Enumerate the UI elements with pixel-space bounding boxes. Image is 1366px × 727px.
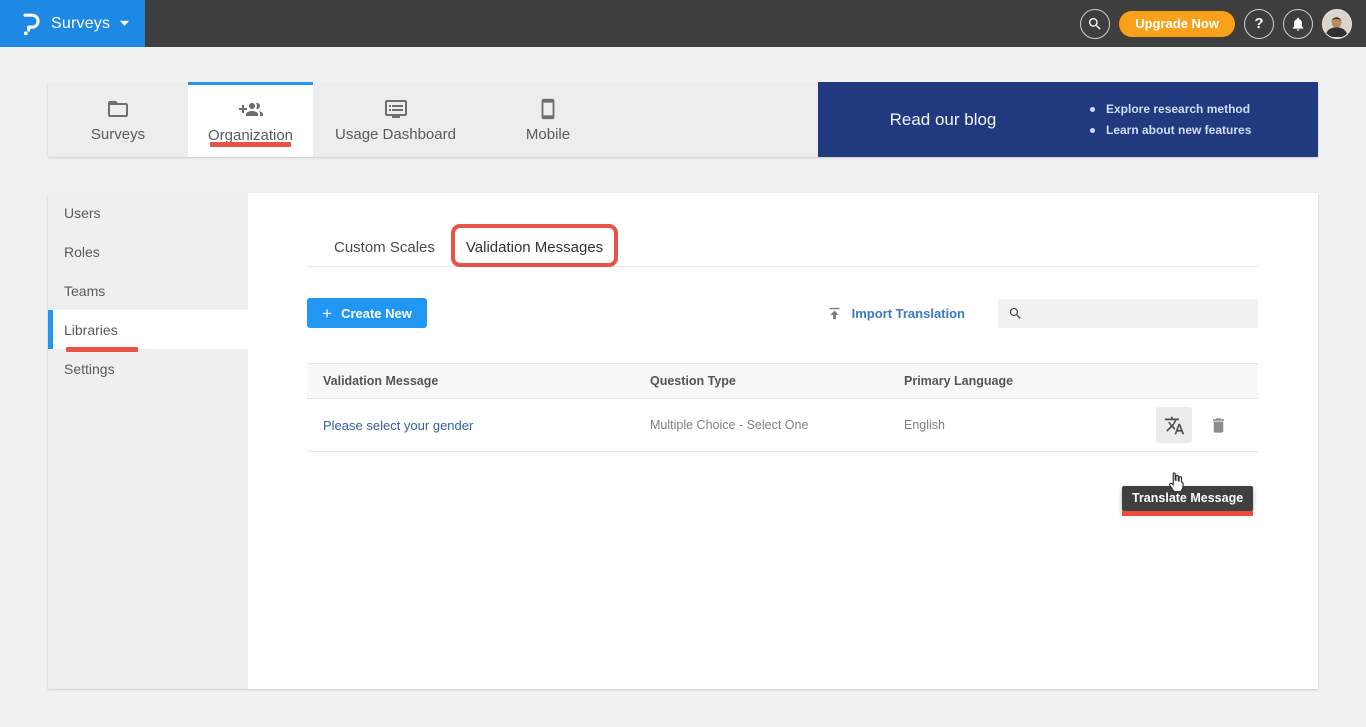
table-header-row: Validation Message Question Type Primary…: [307, 363, 1258, 399]
tab-custom-scales[interactable]: Custom Scales: [332, 231, 437, 266]
toolbar: + Create New Import Translation: [307, 298, 1258, 328]
table-row: Please select your gender Multiple Choic…: [307, 399, 1258, 452]
import-translation-link[interactable]: Import Translation: [826, 305, 965, 322]
avatar[interactable]: [1322, 9, 1352, 39]
translate-message-button[interactable]: [1156, 407, 1192, 443]
tab-mobile[interactable]: Mobile: [478, 82, 618, 157]
tooltip-translate-message: Translate Message: [1122, 486, 1253, 511]
tab-label: Surveys: [91, 126, 145, 143]
chevron-down-icon: [119, 20, 130, 27]
validation-message-link[interactable]: Please select your gender: [323, 418, 473, 433]
sidebar-item-libraries[interactable]: Libraries: [48, 310, 248, 349]
tab-validation-messages[interactable]: Validation Messages: [464, 231, 605, 266]
column-header-primary-language: Primary Language: [904, 374, 1258, 388]
table-search: [998, 299, 1258, 328]
product-switcher-label: Surveys: [51, 15, 110, 33]
bell-icon: [1290, 16, 1306, 32]
global-search-button[interactable]: [1080, 9, 1110, 39]
libraries-content: Custom Scales Validation Messages + Crea…: [248, 231, 1318, 727]
org-sidebar: Users Roles Teams Libraries Settings: [48, 193, 248, 689]
blog-banner[interactable]: Read our blog Explore research method Le…: [818, 82, 1318, 157]
tab-label: Organization: [208, 127, 293, 144]
primary-language-cell: English: [904, 418, 1156, 432]
row-actions: [1156, 407, 1258, 443]
tab-organization[interactable]: Organization: [188, 82, 313, 157]
help-button[interactable]: ?: [1244, 9, 1274, 39]
dashboard-icon: [384, 97, 408, 121]
library-tabs: Custom Scales Validation Messages: [307, 231, 1258, 267]
app-logo[interactable]: Surveys: [0, 0, 145, 47]
tab-surveys[interactable]: Surveys: [48, 82, 188, 157]
create-new-button[interactable]: + Create New: [307, 298, 427, 328]
notifications-button[interactable]: [1283, 9, 1313, 39]
tab-label: Custom Scales: [334, 239, 435, 256]
questionpro-logo-icon: [20, 11, 42, 37]
tab-label: Validation Messages: [466, 239, 603, 256]
banner-title: Read our blog: [818, 110, 1068, 130]
topbar-actions: Upgrade Now ?: [1080, 0, 1352, 47]
translate-icon: [1164, 415, 1185, 436]
tab-usage-dashboard[interactable]: Usage Dashboard: [313, 82, 478, 157]
topbar: Surveys Upgrade Now ?: [0, 0, 1366, 47]
search-icon: [1008, 306, 1023, 321]
search-icon: [1087, 16, 1103, 32]
sidebar-item-roles[interactable]: Roles: [48, 232, 248, 271]
plus-icon: +: [322, 305, 332, 322]
sidebar-item-label: Users: [64, 205, 101, 221]
column-header-question-type: Question Type: [650, 374, 904, 388]
sidebar-item-label: Teams: [64, 283, 105, 299]
sidebar-item-label: Settings: [64, 361, 115, 377]
question-type-cell: Multiple Choice - Select One: [650, 418, 904, 432]
module-nav: Surveys Organization Usage Dashboard Mob…: [48, 82, 1318, 157]
sidebar-item-label: Libraries: [64, 322, 118, 338]
column-header-validation-message: Validation Message: [307, 374, 650, 388]
smartphone-icon: [537, 97, 559, 121]
import-translation-label: Import Translation: [852, 306, 965, 321]
trash-icon: [1209, 416, 1228, 435]
tab-label: Mobile: [526, 126, 570, 143]
tooltip-label: Translate Message: [1132, 491, 1243, 505]
annotation-underline-tooltip: [1122, 511, 1253, 516]
upload-icon: [826, 305, 843, 322]
help-icon: ?: [1254, 15, 1263, 32]
tab-label: Usage Dashboard: [335, 126, 456, 143]
create-new-label: Create New: [341, 306, 412, 321]
banner-bullet-list: Explore research method Learn about new …: [1068, 99, 1251, 141]
banner-bullet: Learn about new features: [1090, 120, 1251, 141]
sidebar-item-teams[interactable]: Teams: [48, 271, 248, 310]
upgrade-now-button[interactable]: Upgrade Now: [1119, 11, 1235, 37]
main-card: Users Roles Teams Libraries Settings Cus…: [48, 193, 1318, 689]
folder-icon: [106, 97, 130, 121]
sidebar-item-settings[interactable]: Settings: [48, 349, 248, 388]
banner-bullet: Explore research method: [1090, 99, 1251, 120]
validation-messages-table: Validation Message Question Type Primary…: [307, 363, 1258, 452]
sidebar-item-users[interactable]: Users: [48, 193, 248, 232]
delete-button[interactable]: [1205, 407, 1231, 443]
search-input[interactable]: [1031, 306, 1248, 321]
sidebar-item-label: Roles: [64, 244, 100, 260]
group-add-icon: [238, 98, 264, 122]
